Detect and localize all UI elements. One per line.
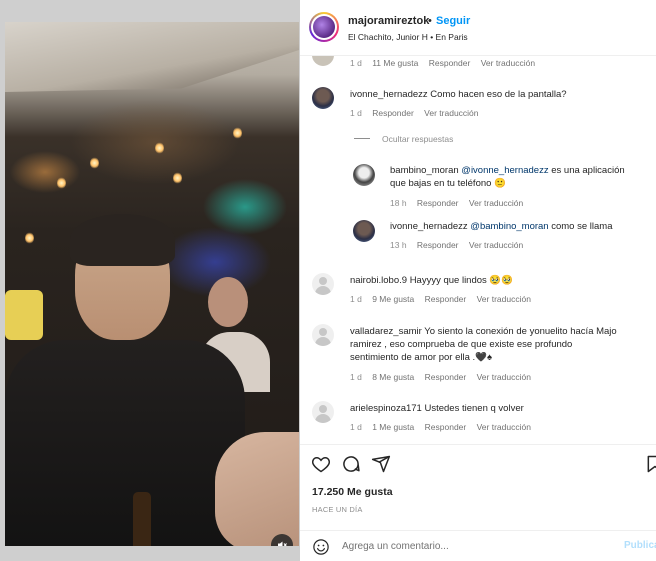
comment-text: ivonne_hernadezz Como hacen eso de la pa… — [350, 88, 640, 101]
comment-body: como se llama — [548, 221, 613, 232]
translate-button[interactable]: Ver traducción — [477, 294, 531, 304]
comment-meta: 18 h Responder Ver traducción — [390, 198, 531, 208]
translate-button[interactable]: Ver traducción — [477, 422, 531, 432]
comment-likes: 8 Me gusta — [372, 372, 415, 382]
comment-likes: 9 Me gusta — [372, 294, 415, 304]
save-icon[interactable] — [645, 454, 656, 474]
reply-button[interactable]: Responder — [417, 240, 459, 250]
commenter-avatar[interactable] — [312, 273, 334, 295]
commenter-avatar[interactable] — [312, 324, 334, 346]
reply-button[interactable]: Responder — [429, 58, 471, 68]
commenter-username[interactable]: bambino_moran — [390, 165, 459, 176]
author-username[interactable]: majoramireztok — [348, 15, 429, 27]
commenter-username[interactable]: ivonne_hernadezz — [390, 221, 468, 232]
comment-text: bambino_moran @ivonne_hernadezz es una a… — [390, 164, 640, 190]
comment-composer: Publicar — [300, 530, 656, 561]
comments-list[interactable]: 1 d 11 Me gusta Responder Ver traducción… — [300, 56, 656, 444]
comment-time: 1 d — [350, 58, 362, 68]
commenter-avatar[interactable] — [312, 56, 334, 66]
comment-meta: 1 d 1 Me gusta Responder Ver traducción — [350, 422, 539, 432]
commenter-avatar[interactable] — [312, 401, 334, 423]
foreground-arm — [215, 432, 299, 546]
replies-divider — [354, 138, 370, 139]
commenter-username[interactable]: nairobi.lobo.9 — [350, 275, 407, 286]
translate-button[interactable]: Ver traducción — [469, 198, 523, 208]
translate-button[interactable]: Ver traducción — [481, 58, 535, 68]
reply-button[interactable]: Responder — [417, 198, 459, 208]
comment-body: Hayyyy que lindos 🥹🥹 — [409, 275, 514, 286]
screenshot-frame: majoramireztok • Seguir El Chachito, Jun… — [0, 0, 656, 561]
comment-meta: 13 h Responder Ver traducción — [390, 240, 531, 250]
comment-time: 13 h — [390, 240, 407, 250]
heart-icon[interactable] — [311, 454, 331, 474]
comment-meta: 1 d 9 Me gusta Responder Ver traducción — [350, 294, 539, 304]
reply-button[interactable]: Responder — [425, 422, 467, 432]
comment-icon[interactable] — [341, 454, 361, 474]
comment-likes: 1 Me gusta — [372, 422, 415, 432]
reply-button[interactable]: Responder — [372, 108, 414, 118]
hide-replies-button[interactable]: Ocultar respuestas — [382, 134, 453, 144]
comment-body: Ustedes tienen q volver — [424, 403, 524, 414]
comment-body-line: sentimiento de amor por ella .🖤♠ — [350, 352, 493, 363]
reply-button[interactable]: Responder — [425, 294, 467, 304]
comment-meta: 1 d 11 Me gusta Responder Ver traducción — [350, 58, 543, 68]
comment-mention[interactable]: @ivonne_hernadezz — [461, 165, 548, 176]
comment-time: 1 d — [350, 372, 362, 382]
comment-time: 18 h — [390, 198, 407, 208]
commenter-avatar[interactable] — [353, 220, 375, 242]
comment-body-line: ramirez , eso comprueba de que existe es… — [350, 339, 573, 350]
translate-button[interactable]: Ver traducción — [477, 372, 531, 382]
follow-button[interactable]: Seguir — [436, 15, 470, 27]
post-video[interactable] — [5, 22, 299, 546]
comment-mention[interactable]: @bambino_moran — [470, 221, 548, 232]
reply-button[interactable]: Responder — [425, 372, 467, 382]
comment-meta: 1 d 8 Me gusta Responder Ver traducción — [350, 372, 539, 382]
comment-meta: 1 d Responder Ver traducción — [350, 108, 487, 118]
commenter-avatar[interactable] — [312, 87, 334, 109]
comment-input[interactable] — [342, 537, 612, 555]
comment-time: 1 d — [350, 422, 362, 432]
audio-location[interactable]: El Chachito, Junior H • En Paris — [348, 32, 468, 42]
author-avatar[interactable] — [309, 12, 339, 42]
comment-text: nairobi.lobo.9 Hayyyy que lindos 🥹🥹 — [350, 274, 640, 287]
commenter-avatar[interactable] — [353, 164, 375, 186]
comment-likes: 11 Me gusta — [372, 58, 419, 68]
string-light — [233, 127, 242, 139]
comment-time: 1 d — [350, 108, 362, 118]
comment-time: 1 d — [350, 294, 362, 304]
string-light — [173, 172, 182, 184]
string-light — [155, 142, 164, 154]
commenter-username[interactable]: valladarez_samir — [350, 326, 422, 337]
header-separator: • — [428, 15, 432, 27]
post-actions: 17.250 Me gusta HACE UN DÍA — [300, 444, 656, 524]
post-time: HACE UN DÍA — [312, 505, 363, 514]
post-header: majoramireztok • Seguir El Chachito, Jun… — [300, 0, 656, 56]
post-comment-button[interactable]: Publicar — [624, 540, 656, 551]
comment-body-line: Yo siento la conexión de yonuelito hacía… — [424, 326, 617, 337]
string-light — [57, 177, 66, 189]
translate-button[interactable]: Ver traducción — [424, 108, 478, 118]
main-person — [5, 214, 245, 546]
translate-button[interactable]: Ver traducción — [469, 240, 523, 250]
likes-count[interactable]: 17.250 Me gusta — [312, 486, 393, 498]
comment-text: ivonne_hernadezz @bambino_moran como se … — [390, 220, 650, 233]
string-light — [90, 157, 99, 169]
comment-body: Como hacen eso de la pantalla? — [430, 89, 567, 100]
commenter-username[interactable]: ivonne_hernadezz — [350, 89, 428, 100]
emoji-icon[interactable] — [312, 538, 330, 556]
comment-text: valladarez_samir Yo siento la conexión d… — [350, 325, 650, 364]
commenter-username[interactable]: arielespinoza171 — [350, 403, 422, 414]
comment-text: arielespinoza171 Ustedes tienen q volver — [350, 402, 640, 415]
share-icon[interactable] — [371, 454, 391, 474]
bottle — [133, 492, 151, 546]
post-panel: majoramireztok • Seguir El Chachito, Jun… — [300, 0, 656, 561]
